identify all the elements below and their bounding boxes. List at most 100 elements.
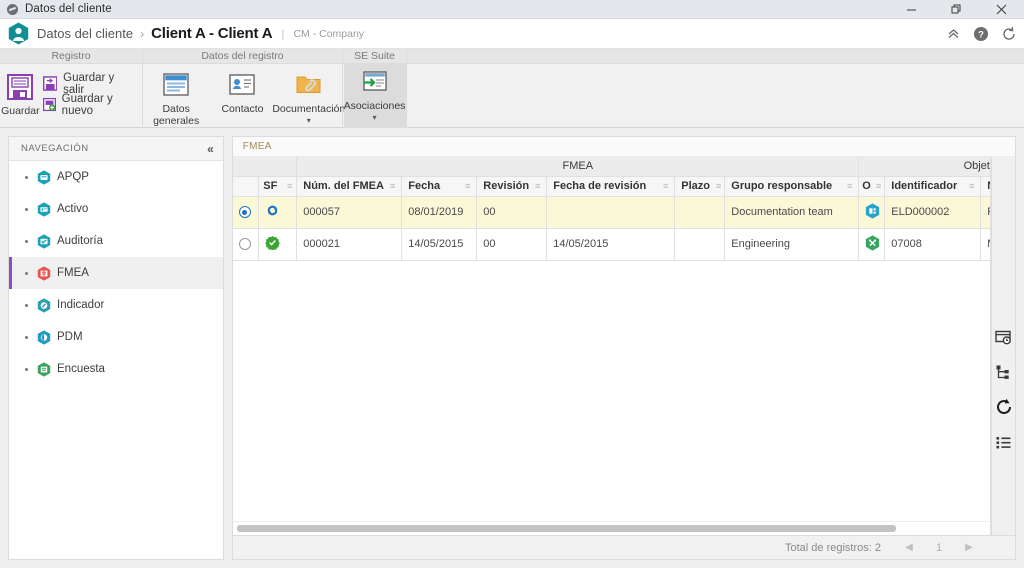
cell-fecha: 08/01/2019 — [401, 196, 478, 229]
column-header-fecha[interactable]: Fecha ≡ — [401, 176, 478, 197]
hierarchy-icon[interactable] — [994, 362, 1014, 382]
sidebar-item-pdm[interactable]: PDM — [9, 321, 223, 353]
breadcrumb-root[interactable]: Datos del cliente — [37, 26, 133, 41]
general-data-label: Datos generales — [153, 103, 200, 127]
table-row[interactable]: 000021 14/05/2015 00 14/05/2015 Engineer… — [232, 228, 991, 261]
horizontal-scrollbar[interactable] — [232, 521, 991, 535]
group-header-objeto: Objeto — [858, 157, 991, 177]
current-page-number[interactable]: 1 — [925, 538, 953, 558]
folder-attachment-icon — [296, 76, 321, 93]
cell-object-type — [858, 228, 886, 261]
save-options-stack: Guardar y salir Guardar y nuevo — [41, 69, 142, 117]
column-label: Grupo responsable — [731, 180, 833, 192]
audit-icon — [37, 233, 51, 249]
sidebar-item-activo[interactable]: Activo — [9, 193, 223, 225]
cell-fecha-revision: 14/05/2015 — [546, 228, 676, 261]
cell-identificador: 07008 — [884, 228, 982, 261]
cell-plazo — [674, 228, 726, 261]
restore-button[interactable] — [934, 0, 979, 19]
row-radio-button[interactable] — [238, 206, 251, 219]
sort-icon[interactable]: ≡ — [716, 181, 721, 191]
tab-fmea[interactable]: FMEA — [243, 141, 272, 152]
help-icon[interactable]: ? — [968, 21, 994, 47]
column-header-select — [232, 176, 260, 197]
cell-num-fmea: 000021 — [296, 228, 403, 261]
sort-icon[interactable]: ≡ — [663, 181, 668, 191]
next-page-button[interactable]: ▶ — [955, 538, 983, 558]
chevron-down-icon[interactable]: ▾ — [307, 116, 311, 125]
sort-icon[interactable]: ≡ — [287, 181, 292, 191]
sidebar-item-encuesta[interactable]: Encuesta — [9, 353, 223, 385]
bullet-icon — [25, 271, 28, 275]
header-subtitle: CM - Company — [293, 27, 365, 40]
cell-revision: 00 — [476, 196, 548, 229]
associations-button[interactable]: Asociaciones ▾ — [343, 64, 406, 128]
bullet-icon — [25, 175, 28, 179]
row-select-cell[interactable] — [232, 196, 260, 229]
general-data-button[interactable]: Datos generales — [145, 69, 207, 127]
sidebar-item-apqp[interactable]: APQP — [9, 161, 223, 193]
previous-page-button[interactable]: ◀ — [895, 538, 923, 558]
column-label: Revisión — [483, 180, 530, 192]
column-header-fecha-revision[interactable]: Fecha de revisión ≡ — [546, 176, 676, 197]
refresh-grid-icon[interactable] — [994, 397, 1014, 417]
list-options-icon[interactable] — [994, 432, 1014, 452]
column-header-sf[interactable]: SF ≡ — [258, 176, 298, 197]
sort-icon[interactable]: ≡ — [465, 181, 470, 191]
sidebar-item-auditoria[interactable]: Auditoría — [9, 225, 223, 257]
column-header-o[interactable]: O ≡ — [858, 176, 886, 197]
column-header-identificador[interactable]: Identificador ≡ — [884, 176, 982, 197]
save-button[interactable]: Guardar — [0, 69, 41, 117]
column-header-num-fmea[interactable]: Núm. del FMEA ≡ — [296, 176, 403, 197]
sort-icon[interactable]: ≡ — [847, 181, 852, 191]
pdm-icon — [37, 329, 51, 345]
contact-label: Contacto — [221, 103, 264, 115]
table-row[interactable]: 000057 08/01/2019 00 Documentation team — [232, 196, 991, 229]
sort-icon[interactable]: ≡ — [390, 181, 395, 191]
sidebar-item-label: Auditoría — [57, 235, 104, 247]
contact-button[interactable]: Contacto — [211, 69, 273, 116]
chevron-down-icon[interactable]: ▾ — [372, 113, 376, 122]
documentation-label: Documentación — [272, 103, 346, 115]
sort-icon[interactable]: ≡ — [535, 181, 540, 191]
ribbon-group-label: Datos del registro — [143, 49, 342, 64]
cell-num-fmea: 000057 — [296, 196, 403, 229]
save-and-new-button[interactable]: Guardar y nuevo — [41, 93, 142, 117]
column-header-plazo[interactable]: Plazo ≡ — [674, 176, 726, 197]
sidebar-item-label: Indicador — [57, 299, 105, 311]
close-button[interactable] — [979, 0, 1024, 19]
sort-icon[interactable]: ≡ — [876, 181, 881, 191]
documentation-button[interactable]: Documentación ▾ — [272, 69, 345, 125]
ribbon-group-label: SE Suite — [343, 49, 406, 64]
column-header-nombre[interactable]: Nombre ≡ — [980, 176, 991, 197]
save-and-exit-button[interactable]: Guardar y salir — [41, 72, 142, 96]
main-body: NAVEGACIÓN « APQP Activo Auditoría FMEA … — [0, 128, 1024, 568]
column-header-grupo-responsable[interactable]: Grupo responsable ≡ — [724, 176, 860, 197]
sidebar-item-fmea[interactable]: FMEA — [9, 257, 223, 289]
collapse-sidebar-button[interactable]: « — [207, 142, 215, 156]
refresh-icon[interactable] — [996, 21, 1022, 47]
cell-grupo-responsable: Documentation team — [724, 196, 860, 229]
cell-object-type — [858, 196, 886, 229]
window-titlebar: Datos del cliente — [0, 0, 1024, 19]
sidebar-item-indicador[interactable]: Indicador — [9, 289, 223, 321]
asset-icon — [37, 201, 51, 217]
content-panel: FMEA FMEA Objeto — [231, 136, 1016, 560]
total-records-label: Total de registros: 2 — [785, 541, 881, 554]
save-icon — [7, 74, 34, 100]
bullet-icon — [25, 303, 28, 307]
sort-icon[interactable]: ≡ — [969, 181, 974, 191]
column-label: Fecha de revisión — [553, 180, 647, 192]
ribbon-group-label: Registro — [0, 49, 142, 64]
approved-icon — [265, 236, 281, 251]
collapse-ribbon-icon[interactable] — [940, 21, 966, 47]
cell-identificador: ELD000002 — [884, 196, 982, 229]
column-header-revision[interactable]: Revisión ≡ — [476, 176, 548, 197]
minimize-button[interactable] — [889, 0, 934, 19]
horizontal-scrollbar-thumb[interactable] — [236, 525, 897, 532]
preview-icon[interactable] — [994, 327, 1014, 347]
cell-revision: 00 — [476, 228, 548, 261]
row-radio-button[interactable] — [238, 238, 251, 251]
sidebar-item-label: Encuesta — [57, 363, 105, 375]
row-select-cell[interactable] — [232, 228, 260, 261]
